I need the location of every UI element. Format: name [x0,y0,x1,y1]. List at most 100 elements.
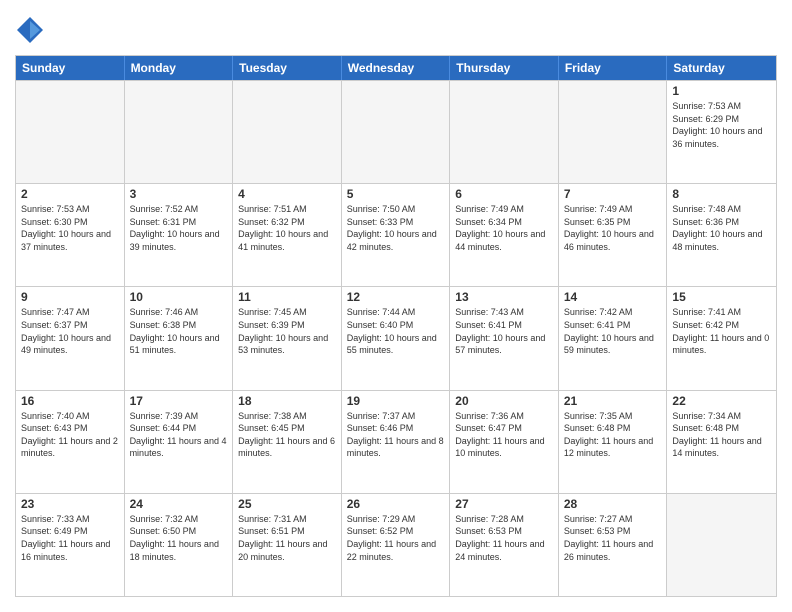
logo [15,15,49,45]
cal-cell: 10 Sunrise: 7:46 AM Sunset: 6:38 PM Dayli… [125,287,234,389]
day-number: 16 [21,394,119,408]
day-number: 4 [238,187,336,201]
day-number: 1 [672,84,771,98]
cell-info: Sunrise: 7:42 AM Sunset: 6:41 PM Dayligh… [564,306,662,356]
cal-cell: 22 Sunrise: 7:34 AM Sunset: 6:48 PM Dayli… [667,391,776,493]
cal-cell [559,81,668,183]
cell-info: Sunrise: 7:36 AM Sunset: 6:47 PM Dayligh… [455,410,553,460]
cell-info: Sunrise: 7:44 AM Sunset: 6:40 PM Dayligh… [347,306,445,356]
day-number: 22 [672,394,771,408]
cal-header-sunday: Sunday [16,56,125,80]
day-number: 12 [347,290,445,304]
cell-info: Sunrise: 7:48 AM Sunset: 6:36 PM Dayligh… [672,203,771,253]
cal-cell: 27Sunrise: 7:28 AM Sunset: 6:53 PM Dayli… [450,494,559,596]
header [15,15,777,45]
day-number: 21 [564,394,662,408]
logo-icon [15,15,45,45]
cal-header-wednesday: Wednesday [342,56,451,80]
cal-cell: 2 Sunrise: 7:53 AM Sunset: 6:30 PM Daylig… [16,184,125,286]
cell-info: Sunrise: 7:29 AM Sunset: 6:52 PM Dayligh… [347,513,445,563]
cal-cell: 24 Sunrise: 7:32 AM Sunset: 6:50 PM Dayli… [125,494,234,596]
calendar: SundayMondayTuesdayWednesdayThursdayFrid… [15,55,777,597]
cell-info: Sunrise: 7:27 AM Sunset: 6:53 PM Dayligh… [564,513,662,563]
cell-info: Sunrise: 7:28 AM Sunset: 6:53 PM Dayligh… [455,513,553,563]
cal-cell: 18 Sunrise: 7:38 AM Sunset: 6:45 PM Dayli… [233,391,342,493]
day-number: 19 [347,394,445,408]
cell-info: Sunrise: 7:53 AM Sunset: 6:29 PM Dayligh… [672,100,771,150]
cell-info: Sunrise: 7:52 AM Sunset: 6:31 PM Dayligh… [130,203,228,253]
cal-header-saturday: Saturday [667,56,776,80]
cell-info: Sunrise: 7:37 AM Sunset: 6:46 PM Dayligh… [347,410,445,460]
cell-info: Sunrise: 7:39 AM Sunset: 6:44 PM Dayligh… [130,410,228,460]
cal-header-tuesday: Tuesday [233,56,342,80]
cal-week-2: 9 Sunrise: 7:47 AM Sunset: 6:37 PM Daylig… [16,286,776,389]
cell-info: Sunrise: 7:51 AM Sunset: 6:32 PM Dayligh… [238,203,336,253]
day-number: 26 [347,497,445,511]
day-number: 10 [130,290,228,304]
cal-cell: 20 Sunrise: 7:36 AM Sunset: 6:47 PM Dayli… [450,391,559,493]
cal-cell: 13Sunrise: 7:43 AM Sunset: 6:41 PM Dayli… [450,287,559,389]
cal-cell: 25 Sunrise: 7:31 AM Sunset: 6:51 PM Dayli… [233,494,342,596]
cal-cell: 3 Sunrise: 7:52 AM Sunset: 6:31 PM Daylig… [125,184,234,286]
day-number: 9 [21,290,119,304]
cal-cell: 1 Sunrise: 7:53 AM Sunset: 6:29 PM Daylig… [667,81,776,183]
day-number: 20 [455,394,553,408]
cell-info: Sunrise: 7:31 AM Sunset: 6:51 PM Dayligh… [238,513,336,563]
day-number: 11 [238,290,336,304]
day-number: 2 [21,187,119,201]
cal-cell [125,81,234,183]
cal-cell: 9 Sunrise: 7:47 AM Sunset: 6:37 PM Daylig… [16,287,125,389]
calendar-body: 1 Sunrise: 7:53 AM Sunset: 6:29 PM Daylig… [16,80,776,596]
day-number: 23 [21,497,119,511]
calendar-header: SundayMondayTuesdayWednesdayThursdayFrid… [16,56,776,80]
cal-week-1: 2 Sunrise: 7:53 AM Sunset: 6:30 PM Daylig… [16,183,776,286]
cell-info: Sunrise: 7:49 AM Sunset: 6:34 PM Dayligh… [455,203,553,253]
day-number: 15 [672,290,771,304]
day-number: 13 [455,290,553,304]
cell-info: Sunrise: 7:49 AM Sunset: 6:35 PM Dayligh… [564,203,662,253]
day-number: 6 [455,187,553,201]
cal-cell: 8 Sunrise: 7:48 AM Sunset: 6:36 PM Daylig… [667,184,776,286]
cal-week-3: 16 Sunrise: 7:40 AM Sunset: 6:43 PM Dayli… [16,390,776,493]
day-number: 28 [564,497,662,511]
day-number: 5 [347,187,445,201]
day-number: 7 [564,187,662,201]
day-number: 14 [564,290,662,304]
cal-cell: 21 Sunrise: 7:35 AM Sunset: 6:48 PM Dayli… [559,391,668,493]
cal-cell: 15 Sunrise: 7:41 AM Sunset: 6:42 PM Dayli… [667,287,776,389]
cell-info: Sunrise: 7:34 AM Sunset: 6:48 PM Dayligh… [672,410,771,460]
cal-week-4: 23 Sunrise: 7:33 AM Sunset: 6:49 PM Dayli… [16,493,776,596]
cal-cell: 16 Sunrise: 7:40 AM Sunset: 6:43 PM Dayli… [16,391,125,493]
cal-cell [342,81,451,183]
cell-info: Sunrise: 7:45 AM Sunset: 6:39 PM Dayligh… [238,306,336,356]
day-number: 3 [130,187,228,201]
cell-info: Sunrise: 7:47 AM Sunset: 6:37 PM Dayligh… [21,306,119,356]
cal-cell [667,494,776,596]
cal-header-friday: Friday [559,56,668,80]
cell-info: Sunrise: 7:40 AM Sunset: 6:43 PM Dayligh… [21,410,119,460]
cal-cell: 6 Sunrise: 7:49 AM Sunset: 6:34 PM Daylig… [450,184,559,286]
day-number: 18 [238,394,336,408]
day-number: 24 [130,497,228,511]
cal-cell: 26 Sunrise: 7:29 AM Sunset: 6:52 PM Dayli… [342,494,451,596]
cal-cell: 14 Sunrise: 7:42 AM Sunset: 6:41 PM Dayli… [559,287,668,389]
cal-header-monday: Monday [125,56,234,80]
day-number: 25 [238,497,336,511]
cal-header-thursday: Thursday [450,56,559,80]
day-number: 17 [130,394,228,408]
cal-cell: 23 Sunrise: 7:33 AM Sunset: 6:49 PM Dayli… [16,494,125,596]
cell-info: Sunrise: 7:33 AM Sunset: 6:49 PM Dayligh… [21,513,119,563]
cal-cell [233,81,342,183]
cell-info: Sunrise: 7:35 AM Sunset: 6:48 PM Dayligh… [564,410,662,460]
day-number: 8 [672,187,771,201]
cal-cell: 17 Sunrise: 7:39 AM Sunset: 6:44 PM Dayli… [125,391,234,493]
cell-info: Sunrise: 7:41 AM Sunset: 6:42 PM Dayligh… [672,306,771,356]
cell-info: Sunrise: 7:32 AM Sunset: 6:50 PM Dayligh… [130,513,228,563]
cal-cell: 5 Sunrise: 7:50 AM Sunset: 6:33 PM Daylig… [342,184,451,286]
cell-info: Sunrise: 7:46 AM Sunset: 6:38 PM Dayligh… [130,306,228,356]
cell-info: Sunrise: 7:53 AM Sunset: 6:30 PM Dayligh… [21,203,119,253]
cal-cell [450,81,559,183]
cell-info: Sunrise: 7:50 AM Sunset: 6:33 PM Dayligh… [347,203,445,253]
cell-info: Sunrise: 7:38 AM Sunset: 6:45 PM Dayligh… [238,410,336,460]
cal-cell: 19 Sunrise: 7:37 AM Sunset: 6:46 PM Dayli… [342,391,451,493]
